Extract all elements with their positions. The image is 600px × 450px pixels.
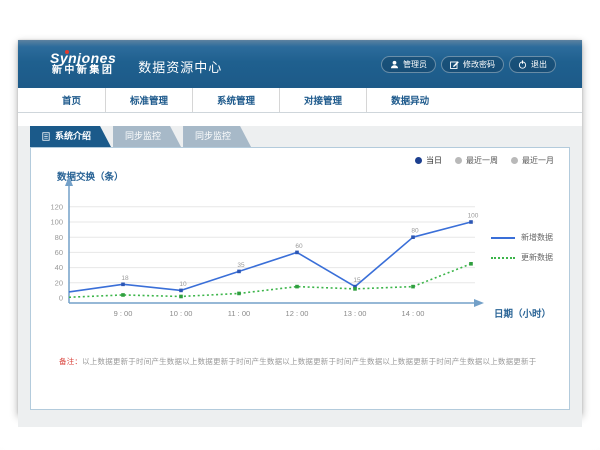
legend-updated-data-label: 更新数据 bbox=[521, 252, 553, 263]
svg-text:14 : 00: 14 : 00 bbox=[402, 309, 425, 318]
nav-item-home[interactable]: 首页 bbox=[38, 88, 105, 112]
legend-line-dotted-icon bbox=[491, 257, 515, 259]
main-nav: 首页 标准管理 系统管理 对接管理 数据异动 bbox=[18, 88, 582, 113]
edit-icon bbox=[450, 60, 459, 69]
svg-text:0: 0 bbox=[59, 294, 63, 303]
svg-text:15: 15 bbox=[353, 277, 361, 284]
svg-text:10 : 00: 10 : 00 bbox=[170, 309, 193, 318]
admin-user-button[interactable]: 管理员 bbox=[381, 56, 436, 73]
svg-text:120: 120 bbox=[50, 202, 63, 211]
change-password-label: 修改密码 bbox=[463, 59, 495, 70]
page-title: 数据资源中心 bbox=[138, 53, 222, 76]
power-icon bbox=[518, 60, 527, 69]
footnote-prefix: 备注： bbox=[59, 357, 82, 366]
content-area: 系统介绍 同步监控 同步监控 当日 最近一周 bbox=[18, 126, 582, 427]
tab-system-intro-label: 系统介绍 bbox=[55, 126, 91, 147]
footnote-text: 以上数据更新于时间产生数据以上数据更新于时间产生数据以上数据更新于时间产生数据以… bbox=[82, 357, 536, 366]
svg-text:100: 100 bbox=[468, 213, 479, 220]
svg-text:13 : 00: 13 : 00 bbox=[344, 309, 367, 318]
svg-text:18: 18 bbox=[121, 275, 129, 282]
admin-user-label: 管理员 bbox=[403, 59, 427, 70]
svg-text:20: 20 bbox=[55, 278, 63, 287]
svg-text:9 : 00: 9 : 00 bbox=[114, 309, 133, 318]
tab-sync-monitor-2[interactable]: 同步监控 bbox=[183, 126, 251, 147]
nav-item-standard-mgmt[interactable]: 标准管理 bbox=[105, 88, 192, 112]
nav-item-interface-mgmt[interactable]: 对接管理 bbox=[279, 88, 366, 112]
tab-bar: 系统介绍 同步监控 同步监控 bbox=[30, 126, 582, 147]
nav-item-data-change[interactable]: 数据异动 bbox=[366, 88, 453, 112]
tab-sync-monitor-1-label: 同步监控 bbox=[125, 126, 161, 147]
tab-sync-monitor-2-label: 同步监控 bbox=[195, 126, 231, 147]
change-password-button[interactable]: 修改密码 bbox=[441, 56, 504, 73]
svg-text:10: 10 bbox=[179, 281, 187, 288]
footnote: 备注：以上数据更新于时间产生数据以上数据更新于时间产生数据以上数据更新于时间产生… bbox=[59, 356, 555, 367]
user-icon bbox=[390, 60, 399, 69]
svg-text:12 : 00: 12 : 00 bbox=[286, 309, 309, 318]
legend-new-data-label: 新增数据 bbox=[521, 232, 553, 243]
legend-line-solid-icon bbox=[491, 237, 515, 239]
company-logo: Synjones 新中新集团 bbox=[50, 51, 116, 76]
legend-updated-data: 更新数据 bbox=[491, 252, 553, 263]
logout-label: 退出 bbox=[531, 59, 547, 70]
data-exchange-line-chart: 0 20 40 60 80 100 120 9 : 00 10 : 00 11 : 00 12 : … bbox=[31, 148, 569, 409]
app-header: Synjones 新中新集团 数据资源中心 管理员 修改密码 退出 bbox=[18, 40, 582, 88]
x-axis-title: 日期（小时） bbox=[494, 306, 551, 320]
logo-subtext: 新中新集团 bbox=[50, 66, 116, 77]
legend-new-data: 新增数据 bbox=[491, 232, 553, 243]
svg-text:80: 80 bbox=[55, 233, 63, 242]
document-icon bbox=[42, 132, 50, 141]
tab-sync-monitor-1[interactable]: 同步监控 bbox=[113, 126, 181, 147]
tab-system-intro[interactable]: 系统介绍 bbox=[30, 126, 111, 147]
svg-text:80: 80 bbox=[411, 228, 419, 235]
svg-text:40: 40 bbox=[55, 263, 63, 272]
svg-text:60: 60 bbox=[295, 243, 303, 250]
user-bar: 管理员 修改密码 退出 bbox=[381, 56, 556, 73]
svg-text:60: 60 bbox=[55, 248, 63, 257]
chart-legend: 新增数据 更新数据 bbox=[491, 232, 553, 272]
svg-text:11 : 00: 11 : 00 bbox=[228, 309, 250, 318]
chart-panel: 当日 最近一周 最近一月 数据交换（条） 0204060801001209 : … bbox=[30, 147, 570, 410]
logout-button[interactable]: 退出 bbox=[509, 56, 556, 73]
nav-item-system-mgmt[interactable]: 系统管理 bbox=[192, 88, 279, 112]
svg-text:35: 35 bbox=[237, 262, 245, 269]
main-window: Synjones 新中新集团 数据资源中心 管理员 修改密码 退出 首页 标准管… bbox=[18, 40, 582, 414]
logo-text: Synjones bbox=[50, 51, 116, 66]
svg-text:100: 100 bbox=[50, 218, 63, 227]
